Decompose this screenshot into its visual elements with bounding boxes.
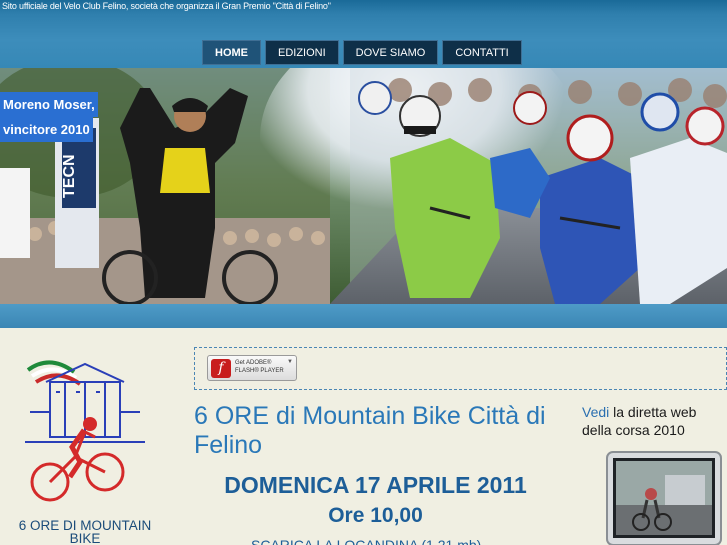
divider-strip xyxy=(0,304,727,328)
hero-caption-line2: vincitore 2010 xyxy=(0,117,93,142)
nav-item-edizioni[interactable]: EDIZIONI xyxy=(265,40,339,65)
download-poster-link[interactable]: SCARICA LA LOCANDINA (1,21 mb) xyxy=(251,537,481,545)
vedi-link[interactable]: Vedi xyxy=(582,404,609,420)
nav-item-dove-siamo[interactable]: DOVE SIAMO xyxy=(342,40,439,65)
event-time: Ore 10,00 xyxy=(328,504,423,527)
sponsor-banner-text: TECN xyxy=(61,154,78,198)
nav-item-home[interactable]: HOME xyxy=(202,40,261,65)
nav-item-contatti[interactable]: CONTATTI xyxy=(442,40,522,65)
flash-placeholder-panel: f Get ADOBE® FLASH® PLAYER ▼ xyxy=(194,347,727,390)
monitor-icon xyxy=(606,451,722,545)
flash-badge-line1: Get ADOBE® xyxy=(235,360,272,366)
main-nav: HOME EDIZIONI DOVE SIAMO CONTATTI xyxy=(202,40,522,65)
event-title: 6 ORE di Mountain Bike Città di Felino xyxy=(194,402,546,459)
header-bar: Sito ufficiale del Velo Club Felino, soc… xyxy=(0,0,727,68)
tv-monitor-image[interactable] xyxy=(605,450,723,545)
get-flash-player-button[interactable]: f Get ADOBE® FLASH® PLAYER ▼ xyxy=(207,355,297,381)
logo-caption-line2: BIKE xyxy=(69,531,101,545)
logo-caption: 6 ORE DI MOUNTAIN BIKE xyxy=(0,519,170,545)
flash-badge-line2: FLASH® PLAYER xyxy=(235,368,284,374)
mountain-bike-logo-image xyxy=(25,360,145,502)
event-date: DOMENICA 17 APRILE 2011 xyxy=(224,472,527,498)
live-web-promo: Vedi la diretta web della corsa 2010 xyxy=(582,403,727,439)
hero-caption: Moreno Moser, vincitore 2010 xyxy=(0,92,98,142)
event-logo[interactable] xyxy=(10,352,160,512)
flash-icon: f xyxy=(211,359,231,378)
site-tagline: Sito ufficiale del Velo Club Felino, soc… xyxy=(2,1,331,11)
hero-caption-line1: Moreno Moser, xyxy=(0,92,98,117)
hero-banner: TECN Moreno Moser, vincitore 2010 xyxy=(0,68,727,304)
hero-photo: TECN xyxy=(0,68,727,304)
download-arrow-icon: ▼ xyxy=(287,359,293,365)
